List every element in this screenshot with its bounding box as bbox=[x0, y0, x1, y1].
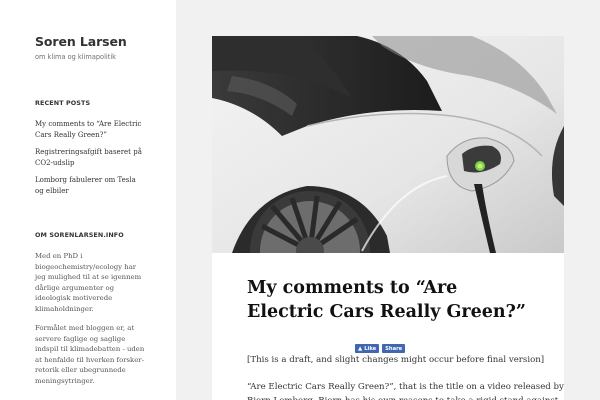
facebook-like-button[interactable]: ▲ Like bbox=[355, 344, 380, 353]
facebook-share-button[interactable]: Share bbox=[382, 344, 406, 353]
featured-image-car bbox=[212, 36, 564, 253]
recent-post-link[interactable]: Registreringsafgift baseret på CO2-udsli… bbox=[35, 147, 145, 169]
about-text-paragraph: Med en PhD i biogeochemistry/ecology har… bbox=[35, 252, 142, 313]
sidebar: Soren Larsen om klima og klimapolitik RE… bbox=[0, 0, 176, 400]
facebook-icon: ▲ bbox=[358, 345, 363, 352]
like-label: Like bbox=[364, 345, 377, 352]
site-tagline: om klima og klimapolitik bbox=[35, 53, 116, 61]
recent-posts-heading: RECENT POSTS bbox=[35, 99, 91, 107]
social-buttons: ▲ Like Share bbox=[355, 344, 406, 353]
about-text-paragraph: Formålet med bloggen er, at servere fagl… bbox=[35, 324, 145, 385]
article-intro-note: [This is a draft, and slight changes mig… bbox=[247, 355, 545, 365]
about-heading: OM SORENLARSEN.INFO bbox=[35, 231, 124, 239]
recent-post-link[interactable]: Lomborg fabulerer om Tesla og elbiler bbox=[35, 175, 145, 197]
site-title-link[interactable]: Soren Larsen bbox=[35, 34, 127, 49]
article-card: My comments to “Are Electric Cars Really… bbox=[212, 36, 564, 400]
article-body-paragraph: “Are Electric Cars Really Green?”, that … bbox=[247, 382, 564, 400]
recent-post-link[interactable]: My comments to “Are Electric Cars Really… bbox=[35, 119, 145, 141]
article-title: My comments to “Are Electric Cars Really… bbox=[247, 278, 526, 322]
share-label: Share bbox=[385, 345, 403, 352]
